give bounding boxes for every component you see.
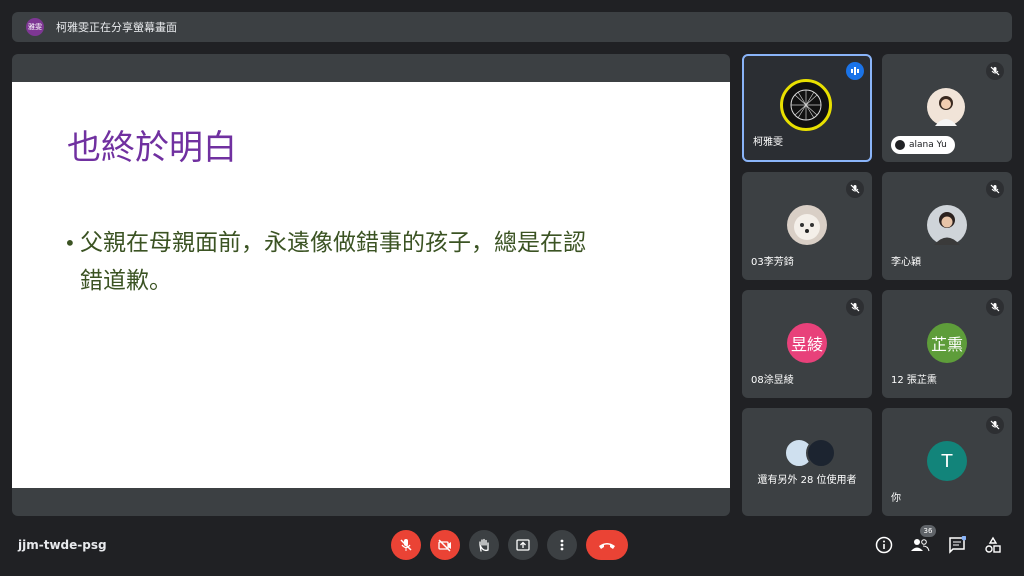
participant-tile[interactable]: alana Yu [882,54,1012,162]
slide-bullet: • 父親在母親面前，永遠像做錯事的孩子，總是在認 錯道歉。 [64,224,694,300]
participant-initials-avatar: T [927,441,967,481]
chat-icon [949,536,966,554]
camera-off-icon [438,539,451,552]
participant-name: 03李芳錡 [751,257,794,268]
present-icon [516,539,530,551]
mic-off-icon [986,180,1004,198]
mic-toggle-button[interactable] [391,530,421,560]
self-tile[interactable]: T 你 [882,408,1012,516]
person-icon [895,140,905,150]
participant-photo [787,205,827,245]
hand-icon [479,538,489,552]
participant-name: alana Yu [909,140,947,150]
participant-initials-avatar: 昱綾 [787,323,827,363]
speaking-indicator-icon [846,62,864,80]
participant-photo [927,205,967,245]
mic-off-icon [846,298,864,316]
meeting-details-button[interactable] [873,534,895,556]
mic-off-icon [400,539,412,551]
participant-name: 李心穎 [891,257,921,268]
people-button[interactable] [909,534,931,556]
mic-off-icon [986,416,1004,434]
presenter-avatar-image [780,79,832,131]
more-vert-icon [560,539,564,551]
participant-tile[interactable]: 李心穎 [882,172,1012,280]
mic-off-icon [846,180,864,198]
others-tile[interactable]: 還有另外 28 位使用者 [742,408,872,516]
others-count-label: 還有另外 28 位使用者 [757,475,857,486]
participant-tile[interactable]: 芷熏 12 張芷熏 [882,290,1012,398]
presentation-banner: 雅雯 柯雅雯正在分享螢幕畫面 [12,12,1012,42]
activities-button[interactable] [982,534,1004,556]
participant-initials-avatar: 芷熏 [927,323,967,363]
info-icon [875,536,893,554]
bullet-mark: • [64,231,76,255]
participant-name: 柯雅雯 [753,137,783,148]
slide-title: 也終於明白 [67,128,237,168]
mic-off-icon [986,298,1004,316]
chat-button[interactable] [946,534,968,556]
other-avatar [806,438,836,468]
participant-tile[interactable]: 昱綾 08涂昱綾 [742,290,872,398]
participant-name: 12 張芷熏 [891,375,937,386]
participant-count-badge: 36 [920,525,936,537]
participant-name: 你 [891,493,901,504]
leave-call-button[interactable] [586,530,628,560]
bullet-line-1: 父親在母親面前，永遠像做錯事的孩子，總是在認 [80,230,586,256]
call-end-icon [599,543,615,549]
slide: 也終於明白 • 父親在母親面前，永遠像做錯事的孩子，總是在認 錯道歉。 [12,82,730,488]
bullet-line-2: 錯道歉。 [80,268,172,294]
present-screen-button[interactable] [508,530,538,560]
name-chip: alana Yu [891,136,955,154]
participant-tile[interactable]: 柯雅雯 [742,54,872,162]
presenting-notice: 柯雅雯正在分享螢幕畫面 [56,21,177,34]
participant-photo [927,88,965,126]
mic-off-icon [986,62,1004,80]
presenter-avatar: 雅雯 [26,18,44,36]
people-icon [911,539,930,552]
bullet-text: 父親在母親面前，永遠像做錯事的孩子，總是在認 錯道歉。 [80,224,586,300]
shared-screen: 也終於明白 • 父親在母親面前，永遠像做錯事的孩子，總是在認 錯道歉。 [12,54,730,516]
more-options-button[interactable] [547,530,577,560]
activities-icon [985,536,1001,553]
meeting-code: jjm-twde-psg [18,538,107,552]
camera-toggle-button[interactable] [430,530,460,560]
participant-name: 08涂昱綾 [751,375,794,386]
participant-tile[interactable]: 03李芳錡 [742,172,872,280]
raise-hand-button[interactable] [469,530,499,560]
